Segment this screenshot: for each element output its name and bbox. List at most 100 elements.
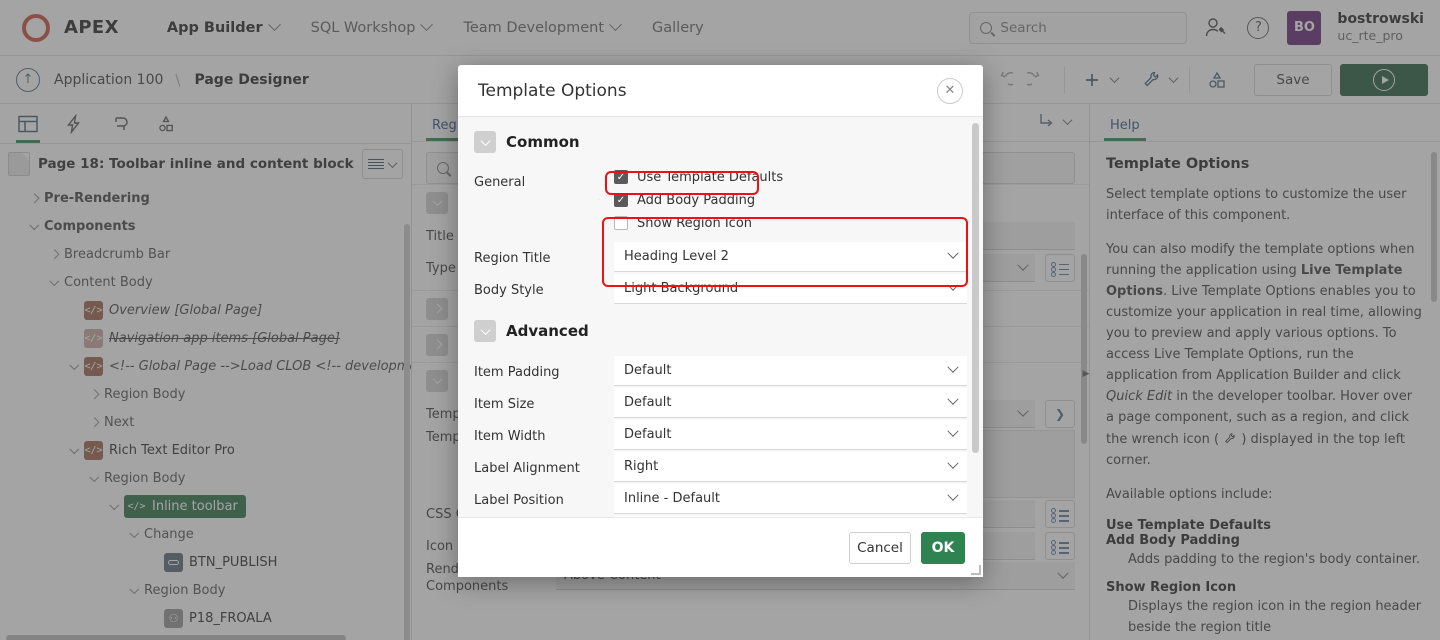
- checkbox-add-body-padding[interactable]: ✓ Add Body Padding: [614, 190, 967, 210]
- add-icon[interactable]: [1077, 66, 1107, 94]
- tree-menu-button[interactable]: [361, 149, 403, 179]
- rendering-tree-panel: Page 18: Toolbar inline and content bloc…: [0, 104, 412, 640]
- breadcrumb-application[interactable]: Application 100: [54, 72, 163, 88]
- region-title-select[interactable]: Heading Level 2: [614, 241, 967, 272]
- tree-node[interactable]: ⚇ P18_FROALA: [0, 604, 411, 632]
- item-padding-select[interactable]: Default: [614, 355, 967, 386]
- tree-node[interactable]: </> <!-- Global Page -->Load CLOB <!-- de…: [0, 352, 411, 380]
- search-input[interactable]: [1000, 19, 1177, 36]
- return-to-control[interactable]: [1038, 112, 1073, 130]
- redo-icon[interactable]: [1022, 66, 1052, 94]
- property-panel-scrollbar[interactable]: [1081, 254, 1087, 444]
- tree-node[interactable]: Pre-Rendering: [0, 184, 411, 212]
- arrow-up-icon[interactable]: ↑: [16, 67, 40, 92]
- body-style-select[interactable]: Light Background: [614, 273, 967, 304]
- collapse-toggle[interactable]: [474, 320, 496, 342]
- undo-icon[interactable]: [988, 66, 1018, 94]
- tree-horizontal-scrollbar[interactable]: [6, 635, 346, 640]
- tree-node-label: Overview [Global Page]: [109, 302, 263, 318]
- chevron-right-icon[interactable]: [84, 389, 104, 399]
- list-icon[interactable]: [1045, 532, 1075, 561]
- tree-node[interactable]: </> Navigation app items [Global Page]: [0, 324, 411, 352]
- dialog-row-region-title: Region Title Heading Level 2: [458, 241, 983, 274]
- chevron-down-icon[interactable]: [44, 275, 64, 286]
- chevron-down-icon[interactable]: [64, 443, 84, 454]
- item-width-select[interactable]: Default: [614, 419, 967, 450]
- chevron-down-icon[interactable]: [24, 219, 44, 230]
- collapse-toggle[interactable]: [426, 369, 448, 392]
- tree-node[interactable]: Region Body: [0, 380, 411, 408]
- tree-node[interactable]: Change: [0, 520, 411, 548]
- chevron-down-icon[interactable]: [104, 499, 124, 510]
- next-icon[interactable]: ❯: [1045, 400, 1075, 428]
- chevron-down-icon[interactable]: [84, 471, 104, 482]
- utilities-wrench-icon[interactable]: [1136, 66, 1166, 94]
- tab-help[interactable]: Help: [1104, 118, 1146, 141]
- nav-item-gallery[interactable]: Gallery: [638, 12, 718, 44]
- list-icon[interactable]: [1045, 500, 1075, 529]
- collapse-toggle[interactable]: [426, 191, 448, 214]
- close-icon[interactable]: ✕: [937, 77, 963, 104]
- save-button[interactable]: Save: [1254, 63, 1332, 96]
- tree-node[interactable]: </> Overview [Global Page]: [0, 296, 411, 324]
- shapes-icon[interactable]: [1202, 66, 1232, 94]
- checkbox-checked-icon: ✓: [614, 170, 628, 184]
- dialog-scrollbar[interactable]: [972, 123, 979, 453]
- chevron-down-icon: [947, 247, 959, 259]
- tree-node[interactable]: Content Body: [0, 268, 411, 296]
- rendering-tab-icon[interactable]: [8, 104, 48, 143]
- shared-components-tab-icon[interactable]: [146, 104, 186, 143]
- collapse-toggle[interactable]: [426, 297, 448, 320]
- nav-item-sql-workshop[interactable]: SQL Workshop: [297, 12, 446, 44]
- dialog-section-common[interactable]: Common: [458, 131, 983, 167]
- tree-node[interactable]: </> Inline toolbar: [0, 492, 411, 520]
- dialog-resize-handle[interactable]: [971, 565, 981, 575]
- help-panel-scrollbar[interactable]: [1431, 152, 1437, 302]
- tree-node[interactable]: Next: [0, 408, 411, 436]
- chevron-right-icon[interactable]: [84, 417, 104, 427]
- tree-node-label: Region Body: [144, 582, 226, 598]
- chevron-down-icon[interactable]: [124, 527, 144, 538]
- chevron-right-icon[interactable]: [24, 193, 44, 203]
- checkbox-use-template-defaults[interactable]: ✓ Use Template Defaults: [614, 167, 967, 187]
- account-menu-icon[interactable]: [1203, 15, 1229, 41]
- code-icon: </>: [84, 440, 103, 460]
- list-icon[interactable]: [1045, 254, 1075, 282]
- ok-button[interactable]: OK: [921, 531, 965, 564]
- checkbox-show-region-icon[interactable]: Show Region Icon: [614, 213, 967, 233]
- tree-node[interactable]: BTN_PUBLISH: [0, 548, 411, 576]
- tree-node[interactable]: </> Rich Text Editor Pro: [0, 436, 411, 464]
- tree-node[interactable]: Region Body: [0, 464, 411, 492]
- chevron-down-icon[interactable]: [1109, 73, 1120, 84]
- cancel-button[interactable]: Cancel: [849, 531, 911, 564]
- chevron-down-icon: [947, 279, 959, 291]
- collapse-toggle[interactable]: [426, 333, 448, 356]
- chevron-down-icon[interactable]: [1168, 73, 1179, 84]
- tree-vertical-scrollbar[interactable]: [404, 224, 410, 640]
- help-icon[interactable]: ?: [1245, 15, 1271, 41]
- code-icon: </>: [84, 300, 103, 320]
- nav-item-app-builder[interactable]: App Builder: [153, 12, 293, 44]
- processing-tab-icon[interactable]: [100, 104, 140, 143]
- avatar[interactable]: BO: [1287, 10, 1322, 45]
- item-size-select[interactable]: Default: [614, 387, 967, 418]
- chevron-down-icon[interactable]: [1062, 114, 1073, 125]
- nav-item-team-development[interactable]: Team Development: [449, 12, 634, 44]
- tree-node[interactable]: Region Body: [0, 576, 411, 604]
- chevron-right-icon[interactable]: [44, 249, 64, 259]
- panel-collapse-icon[interactable]: ▶: [1082, 366, 1090, 382]
- tree-node[interactable]: Breadcrumb Bar: [0, 240, 411, 268]
- label-position-select[interactable]: Inline - Default: [614, 483, 967, 514]
- collapse-toggle[interactable]: [474, 131, 496, 153]
- chevron-down-icon[interactable]: [124, 583, 144, 594]
- global-search-box[interactable]: [969, 11, 1188, 44]
- chevron-down-icon: [609, 18, 622, 32]
- run-button[interactable]: [1340, 63, 1428, 96]
- chevron-down-icon[interactable]: [64, 359, 84, 370]
- dialog-section-advanced[interactable]: Advanced: [458, 320, 983, 356]
- tree-node-content: Region Body: [104, 387, 185, 402]
- dynamic-actions-tab-icon[interactable]: [54, 104, 94, 143]
- label-alignment-select[interactable]: Right: [614, 451, 967, 482]
- chevron-down-icon: [420, 18, 434, 32]
- tree-node[interactable]: Components: [0, 212, 411, 240]
